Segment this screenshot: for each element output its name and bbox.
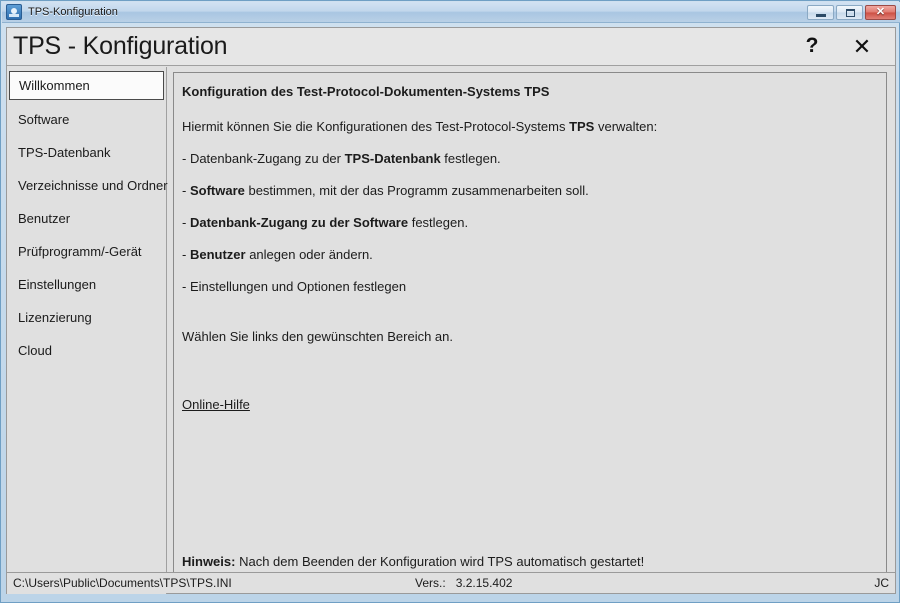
sidebar-item-pruefprogramm-geraet[interactable]: Prüfprogramm/-Gerät xyxy=(7,235,166,268)
sidebar-item-software[interactable]: Software xyxy=(7,103,166,136)
maximize-button[interactable] xyxy=(836,4,863,20)
content-panel: Konfiguration des Test-Protocol-Dokument… xyxy=(173,72,887,588)
sidebar-item-label: TPS-Datenbank xyxy=(18,145,111,160)
sidebar-item-benutzer[interactable]: Benutzer xyxy=(7,202,166,235)
maximize-icon xyxy=(846,8,855,17)
content-bullet: - Datenbank-Zugang zu der Software festl… xyxy=(182,214,874,232)
intro-text-before: Hiermit können Sie die Konfigurationen d… xyxy=(182,119,570,134)
bullet-prefix: - Einstellungen und Optionen festlegen xyxy=(182,279,407,294)
sidebar-item-label: Benutzer xyxy=(18,211,71,226)
note-text: Hinweis: Nach dem Beenden der Konfigurat… xyxy=(182,554,644,569)
bullet-bold: Benutzer xyxy=(189,247,246,262)
version-value: 3.2.15.402 xyxy=(455,576,513,590)
content-heading: Konfiguration des Test-Protocol-Dokument… xyxy=(182,84,550,99)
bullet-prefix: - Datenbank-Zugang zu der xyxy=(182,151,345,166)
bullet-prefix: - xyxy=(182,183,190,198)
content-bullet: - Datenbank-Zugang zu der TPS-Datenbank … xyxy=(182,150,874,168)
bullet-suffix: festlegen. xyxy=(408,215,469,230)
note-label: Hinweis: xyxy=(182,554,236,569)
bullet-suffix: anlegen oder ändern. xyxy=(245,247,373,262)
sidebar-item-label: Cloud xyxy=(18,343,52,358)
bullet-suffix: festlegen. xyxy=(440,151,501,166)
status-config-path: C:\Users\Public\Documents\TPS\TPS.INI xyxy=(13,576,232,590)
sidebar-item-label: Prüfprogramm/-Gerät xyxy=(18,244,142,259)
content-bullet: - Benutzer anlegen oder ändern. xyxy=(182,246,874,264)
page-title: TPS - Konfiguration xyxy=(13,32,228,60)
sidebar-item-label: Verzeichnisse und Ordner xyxy=(18,178,168,193)
sidebar-item-tps-datenbank[interactable]: TPS-Datenbank xyxy=(7,136,166,169)
close-button[interactable]: ✕ xyxy=(837,28,887,65)
minimize-icon xyxy=(816,13,826,17)
window-controls: ✕ xyxy=(805,4,896,20)
sidebar-item-lizenzierung[interactable]: Lizenzierung xyxy=(7,301,166,334)
bullet-bold: TPS-Datenbank xyxy=(344,151,441,166)
content-instruction: Wählen Sie links den gewünschten Bereich… xyxy=(182,329,453,344)
sidebar-item-verzeichnisse-und-ordner[interactable]: Verzeichnisse und Ordner xyxy=(7,169,168,202)
client-area: TPS - Konfiguration ? ✕ Willkommen Softw… xyxy=(6,27,896,594)
window-title: TPS-Konfiguration xyxy=(28,6,118,18)
status-version: Vers.: 3.2.15.402 xyxy=(415,576,512,590)
status-bar: C:\Users\Public\Documents\TPS\TPS.INI Ve… xyxy=(7,572,895,593)
intro-text-bold: TPS xyxy=(569,119,595,134)
sidebar-item-label: Einstellungen xyxy=(18,277,97,292)
sidebar-item-label: Software xyxy=(18,112,70,127)
sidebar-item-willkommen[interactable]: Willkommen xyxy=(9,71,164,100)
bullet-bold: Datenbank-Zugang zu der Software xyxy=(189,215,409,230)
note-body: Nach dem Beenden der Konfiguration wird … xyxy=(235,554,645,569)
minimize-button[interactable] xyxy=(807,4,834,20)
app-header: TPS - Konfiguration ? ✕ xyxy=(7,28,895,66)
help-button[interactable]: ? xyxy=(787,28,837,65)
window-close-button[interactable]: ✕ xyxy=(865,4,896,20)
sidebar: Willkommen Software TPS-Datenbank Verzei… xyxy=(7,67,168,594)
content-bullet: - Einstellungen und Optionen festlegen xyxy=(182,278,874,296)
bullet-prefix: - xyxy=(182,247,190,262)
version-label: Vers.: xyxy=(415,576,446,590)
bullet-prefix: - xyxy=(182,215,190,230)
bullet-bold: Software xyxy=(189,183,245,198)
title-bar: TPS-Konfiguration ✕ xyxy=(2,2,900,23)
app-icon xyxy=(6,4,22,20)
status-user-initials: JC xyxy=(874,576,889,590)
sidebar-item-label: Willkommen xyxy=(19,78,90,93)
header-actions: ? ✕ xyxy=(787,28,895,65)
close-icon: ✕ xyxy=(875,5,886,18)
sidebar-item-cloud[interactable]: Cloud xyxy=(7,334,166,367)
sidebar-item-einstellungen[interactable]: Einstellungen xyxy=(7,268,166,301)
content-intro: Hiermit können Sie die Konfigurationen d… xyxy=(182,118,874,136)
online-help-link[interactable]: Online-Hilfe xyxy=(182,397,250,412)
sidebar-item-label: Lizenzierung xyxy=(18,310,92,325)
content-bullet: - Software bestimmen, mit der das Progra… xyxy=(182,182,874,200)
bullet-suffix: bestimmen, mit der das Programm zusammen… xyxy=(244,183,589,198)
intro-text-after: verwalten: xyxy=(594,119,658,134)
application-window: TPS-Konfiguration ✕ TPS - Konfiguration … xyxy=(0,0,900,603)
